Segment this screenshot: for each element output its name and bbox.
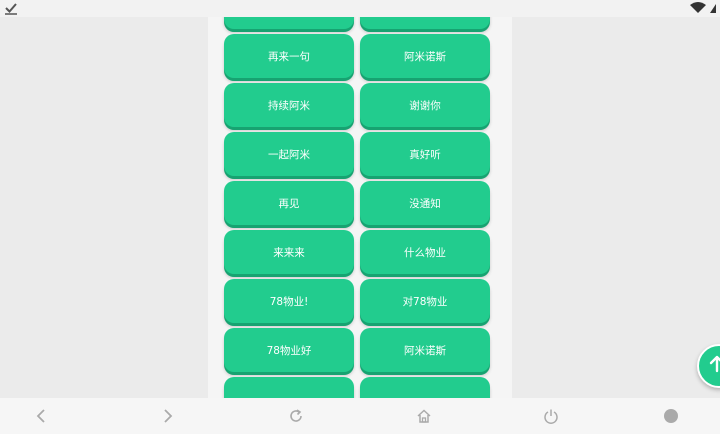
record-button[interactable] bbox=[661, 406, 681, 426]
phrase-button[interactable]: 阿米诺斯 bbox=[360, 34, 490, 78]
phrase-button[interactable]: 对78物业 bbox=[360, 279, 490, 323]
signal-icon bbox=[710, 4, 716, 13]
phrase-grid: 你好先生 阿米诺斯! 再来一句 阿米诺斯 持续阿米 谢谢你 一起阿米 真好听 再… bbox=[224, 0, 490, 398]
wifi-icon bbox=[690, 2, 716, 13]
checkmark-icon bbox=[5, 3, 17, 15]
refresh-icon bbox=[290, 409, 302, 422]
home-button[interactable] bbox=[414, 406, 434, 426]
phrase-button[interactable]: 阿米诺斯 bbox=[360, 328, 490, 372]
phrase-button[interactable]: 78物业! bbox=[224, 279, 354, 323]
app-content: 你好先生 阿米诺斯! 再来一句 阿米诺斯 持续阿米 谢谢你 一起阿米 真好听 再… bbox=[208, 0, 512, 398]
phrase-button[interactable]: 来来来 bbox=[224, 230, 354, 274]
power-button[interactable] bbox=[541, 406, 561, 426]
phrase-button[interactable]: 再见 bbox=[224, 181, 354, 225]
phrase-button[interactable]: 一起阿米 bbox=[224, 132, 354, 176]
forward-button[interactable] bbox=[158, 406, 178, 426]
scroll-top-button[interactable] bbox=[697, 344, 720, 388]
phrase-button[interactable]: 真好听 bbox=[360, 132, 490, 176]
navigation-bar bbox=[0, 398, 720, 434]
arrow-up-icon bbox=[709, 355, 720, 373]
phrase-button[interactable]: 什么物业 bbox=[360, 230, 490, 274]
phrase-button[interactable]: 持续阿米 bbox=[224, 83, 354, 127]
power-icon bbox=[544, 409, 558, 424]
record-icon bbox=[664, 409, 678, 423]
status-bar bbox=[0, 0, 720, 17]
forward-icon bbox=[164, 409, 173, 423]
phrase-button[interactable] bbox=[224, 377, 354, 398]
phrase-button[interactable]: 再来一句 bbox=[224, 34, 354, 78]
phrase-button[interactable]: 没通知 bbox=[360, 181, 490, 225]
phrase-button[interactable] bbox=[360, 377, 490, 398]
phrase-button[interactable]: 78物业好 bbox=[224, 328, 354, 372]
refresh-button[interactable] bbox=[286, 406, 306, 426]
back-button[interactable] bbox=[31, 406, 51, 426]
home-icon bbox=[417, 409, 431, 423]
back-icon bbox=[36, 409, 45, 423]
phrase-button[interactable]: 谢谢你 bbox=[360, 83, 490, 127]
